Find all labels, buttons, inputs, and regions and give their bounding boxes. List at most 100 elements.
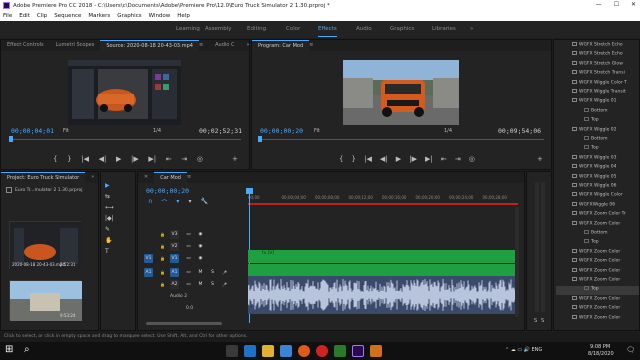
selection-tool-icon[interactable]: ▶ [105,182,114,189]
track-volume-value[interactable]: 0.0 [186,306,193,311]
effect-item[interactable]: Bottom [556,136,639,145]
video-clip-v1[interactable]: fx [V] [248,250,516,263]
workspace-assembly[interactable]: Assembly [205,26,232,32]
firefox-icon[interactable] [298,345,310,357]
add-marker-icon[interactable]: ▾ [188,198,191,207]
effect-item[interactable]: WGFX Wiggle 01 [556,98,639,107]
workspace-libraries[interactable]: Libraries [432,26,456,32]
nest-icon[interactable]: ∩ [148,198,152,207]
menu-clip[interactable]: Clip [37,13,47,19]
project-more-icon[interactable]: » [85,172,98,183]
voice-over-record-icon[interactable]: 🎤 [220,268,229,277]
hand-tool-icon[interactable]: ✋ [105,237,114,244]
effect-item[interactable]: WGFX Wiggle Color T [556,79,639,89]
pen-tool-icon[interactable]: ✎ [105,226,114,233]
edge-icon[interactable] [244,345,256,357]
solo-track-button[interactable]: S [208,268,217,277]
mute-track-button[interactable]: M [196,280,205,289]
insert-button[interactable]: ⇤ [166,155,172,163]
program-go-to-in-button[interactable]: |◀ [364,155,372,163]
close-window-button[interactable]: ✕ [631,1,636,8]
effect-item[interactable]: Bottom [556,230,639,239]
track-name[interactable]: V3 [170,230,179,239]
clock-date[interactable]: 8/18/2020 [588,351,614,357]
toggle-track-output-eye-icon[interactable]: ◉ [196,230,205,239]
type-tool-icon[interactable]: T [105,248,114,255]
effect-item[interactable]: Bottom [556,107,639,117]
effect-item[interactable]: WGFX Wiggle Color [556,192,639,201]
program-timecode[interactable]: 00;00;00;20 [260,127,303,135]
step-back-button[interactable]: ◀| [99,155,107,163]
solo-track-button[interactable]: S [208,280,217,289]
effect-item[interactable]: WGFX Wiggle 05 [556,173,639,183]
effect-item[interactable]: WGFX Zoom Color [556,314,639,324]
effect-item[interactable]: Top [556,286,639,296]
meter-solo-right[interactable]: S [541,318,544,324]
clock-time[interactable]: 9:08 PM [590,344,610,350]
effect-item[interactable]: Top [556,239,639,248]
tab-audio-clip-mixer[interactable]: Audio C [209,40,240,51]
program-fit-select[interactable]: Fit [314,128,320,134]
menu-markers[interactable]: Markers [88,13,110,19]
track-name[interactable]: V2 [170,242,179,251]
export-frame-button[interactable]: ◎ [197,155,203,163]
app-taskbar-icon[interactable] [370,345,382,357]
opera-icon[interactable] [316,345,328,357]
track-lock-icon[interactable]: 🔒 [158,230,167,239]
program-play-button[interactable]: ▶ [396,155,401,163]
extract-button[interactable]: ⇥ [455,155,461,163]
effect-item[interactable]: Top [556,145,639,154]
time-ruler[interactable]: 00;00 00;00;04;00 00;00;08;00 00;00;12;00 00… [248,190,518,204]
toggle-sync-lock-icon[interactable]: ▭ [184,254,193,263]
workspace-more-icon[interactable]: » [470,26,473,32]
ripple-edit-tool-icon[interactable]: ⟷ [105,204,114,211]
project-clip-thumbnail-2[interactable]: 9:53:24 [9,280,82,321]
track-lock-icon[interactable]: 🔒 [158,254,167,263]
effect-item[interactable]: WGFX Wiggle 02 [556,126,639,136]
mark-in-button[interactable]: { [53,155,57,163]
source-video-frame[interactable] [68,60,181,125]
go-to-in-button[interactable]: |◀ [81,155,89,163]
play-button[interactable]: ▶ [116,155,121,163]
minimize-button[interactable]: — [596,1,602,8]
tab-program[interactable]: Program: Car Mod [252,40,310,51]
task-view-icon[interactable] [226,345,238,357]
effect-item[interactable]: WGFX Stretch Glow [556,60,639,70]
menu-window[interactable]: Window [149,13,171,19]
source-scrub-bar[interactable] [9,139,241,140]
effect-item[interactable]: WGFX Zoom Color [556,258,639,267]
timeline-zoom-scrollbar[interactable] [146,322,222,325]
lift-button[interactable]: ⇤ [441,155,447,163]
menu-sequence[interactable]: Sequence [54,13,81,19]
tab-effect-controls[interactable]: Effect Controls [1,40,50,51]
timeline-vertical-scrollbar[interactable] [515,207,519,317]
program-video-frame[interactable] [343,60,459,125]
track-select-tool-icon[interactable]: ⇆ [105,193,114,200]
program-export-frame-button[interactable]: ◎ [469,155,475,163]
program-scrub-bar[interactable] [258,139,544,140]
source-patch-a1[interactable]: A1 [144,268,153,277]
effect-item[interactable]: WGFX Zoom Color [556,305,639,314]
workspace-learning[interactable]: Learning [176,26,200,32]
effect-item[interactable]: WGFX Wiggle 04 [556,164,639,173]
tab-timeline-menu-icon[interactable]: ≡ [187,172,197,183]
timeline-playhead-handle[interactable] [246,188,253,194]
toggle-track-output-eye-icon[interactable]: ◉ [196,242,205,251]
toggle-sync-lock-icon[interactable]: ▭ [184,230,193,239]
track-lock-icon[interactable]: 🔒 [158,242,167,251]
effect-item[interactable]: WGFX Wiggle Transit [556,89,639,98]
effect-item[interactable]: WGFX Zoom Color Tr [556,211,639,220]
effect-item[interactable]: WGFX Zoom Color [556,277,639,286]
mark-out-button[interactable]: } [67,155,71,163]
toggle-track-output-eye-icon[interactable]: ◉ [196,254,205,263]
menu-help[interactable]: Help [177,13,190,19]
track-name[interactable]: A2 [170,280,179,289]
effect-item[interactable]: WGFX Stretch Echo [556,51,639,60]
system-tray[interactable]: ⌃ ☁ ▭ 🔊 ENG [505,347,542,353]
effect-item[interactable]: WGFX Zoom Color [556,248,639,258]
toggle-sync-lock-icon[interactable]: ▭ [184,242,193,251]
tab-timeline-car-mod[interactable]: Car Mod [154,172,187,183]
timeline-close-icon[interactable]: ✕ [138,172,154,183]
effect-item[interactable]: WGFX Wiggle 06 [556,183,639,192]
notification-icon[interactable]: 🗨 [626,346,635,354]
